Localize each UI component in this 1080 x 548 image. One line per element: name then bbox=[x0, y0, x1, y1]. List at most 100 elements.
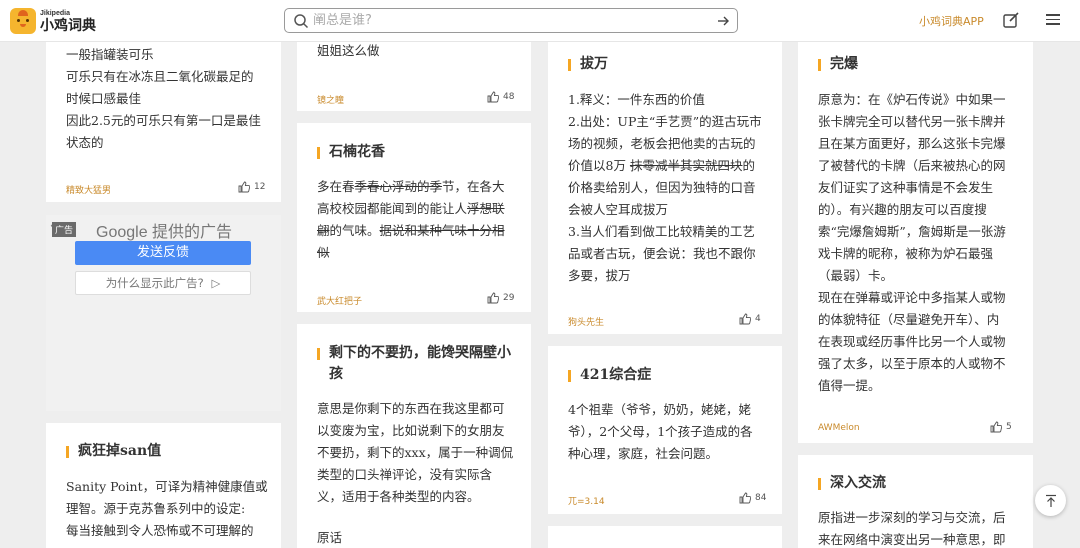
card-text-line: 原指进一步深刻的学习与交流，后 bbox=[818, 510, 1006, 525]
card-text-line: 不要扔，剩下的xxx，属于一种调侃 bbox=[317, 445, 514, 460]
why-this-ad-label: 为什么显示此广告? bbox=[105, 276, 204, 290]
why-this-ad-button[interactable]: 为什么显示此广告? ▷ bbox=[75, 271, 251, 295]
card-text-line: 会被人空耳成拔万 bbox=[568, 202, 669, 217]
thumbs-up-icon bbox=[238, 181, 250, 193]
card-body: 多在春季春心浮动的季节，在各大 高校校园都能闻到的能让人浮想联 翩的气味。据说和… bbox=[317, 176, 522, 264]
card-text-line: 2.出处：UP主“手艺贾”的逛古玩市 bbox=[568, 114, 762, 129]
card-body: 原话 bbox=[317, 527, 522, 548]
card-text-line: 翩的气味。据说和某种气味十分相 bbox=[317, 223, 505, 238]
card-text-line: 因此2.5元的可乐只有第一口是最佳 bbox=[66, 113, 261, 128]
definition-card[interactable]: 疯狂掉san值 Sanity Point，可译为精神健康值或 理智。源于克苏鲁系… bbox=[46, 423, 281, 548]
card-text-line: 高校校园都能闻到的能让人浮想联 bbox=[317, 201, 505, 216]
definition-card[interactable]: 深入交流 原指进一步深刻的学习与交流，后 来在网络中演变出另一种意思，即 bbox=[798, 455, 1033, 548]
like-count: 84 bbox=[755, 493, 767, 503]
like-button[interactable]: 84 bbox=[739, 492, 766, 504]
card-text-line: 索“完爆詹姆斯”，詹姆斯是一张游 bbox=[818, 224, 1006, 239]
chick-logo-icon bbox=[10, 8, 36, 34]
menu-icon[interactable] bbox=[1046, 14, 1060, 26]
card-text-line: 状态的 bbox=[66, 135, 104, 150]
card-text-line: 多在春季春心浮动的季节，在各大 bbox=[317, 179, 505, 194]
like-button[interactable]: 4 bbox=[739, 313, 761, 325]
author-link[interactable]: 精致大猛男 bbox=[66, 183, 111, 196]
card-title[interactable]: 剩下的不要扔，能馋哭隔壁小 孩 bbox=[317, 343, 522, 385]
card-text-line: 3.当人们看到做工比较精美的工艺 bbox=[568, 224, 755, 239]
author-link[interactable]: 狗头先生 bbox=[568, 315, 604, 328]
back-to-top-button[interactable] bbox=[1035, 485, 1066, 516]
card-text-line: 意思是你剩下的东西在我这里都可 bbox=[317, 401, 505, 416]
definition-card[interactable] bbox=[548, 526, 782, 548]
like-button[interactable]: 48 bbox=[487, 91, 514, 103]
ad-provider-label: Google 提供的广告 bbox=[96, 224, 233, 241]
card-text-line: 品或者古玩，便会说：我也不跟你 bbox=[568, 246, 756, 261]
card-text-line: 多要，拔万 bbox=[568, 268, 631, 283]
card-text-line: 似 bbox=[317, 245, 330, 260]
card-body: 4个祖辈（爷爷，奶奶，姥姥，姥 爷），2个父母，1个孩子造成的各 种心理，家庭，… bbox=[568, 399, 780, 465]
author-link[interactable]: 兀=3.14 bbox=[568, 494, 605, 507]
author-link[interactable]: 武大红把子 bbox=[317, 294, 362, 307]
card-title[interactable]: 完爆 bbox=[818, 54, 858, 75]
author-link[interactable]: 镜之瞳 bbox=[317, 93, 344, 106]
definition-card[interactable]: 一般指罐装可乐 可乐只有在冰冻且二氧化碳最足的 时候口感最佳 因此2.5元的可乐… bbox=[46, 42, 281, 202]
definition-card[interactable]: 剩下的不要扔，能馋哭隔壁小 孩 意思是你剩下的东西在我这里都可 以变废为宝，比如… bbox=[297, 324, 531, 548]
card-text-line: 现在在弹幕或评论中多指某人或物 bbox=[818, 290, 1006, 305]
card-text-line: 友们证实了这种事情是不会发生 bbox=[818, 180, 994, 195]
like-button[interactable]: 12 bbox=[238, 181, 265, 193]
definition-card[interactable]: 石楠花香 多在春季春心浮动的季节，在各大 高校校园都能闻到的能让人浮想联 翩的气… bbox=[297, 123, 531, 312]
card-text-line: 可乐只有在冰冻且二氧化碳最足的 bbox=[66, 69, 254, 84]
card-title-line: 剩下的不要扔，能馋哭隔壁小 bbox=[329, 345, 511, 361]
author-link[interactable]: AWMelon bbox=[818, 423, 860, 433]
card-title[interactable]: 深入交流 bbox=[818, 473, 886, 494]
card-title[interactable]: 石楠花香 bbox=[317, 142, 385, 163]
card-text-line: （最弱）卡。 bbox=[818, 268, 894, 283]
like-button[interactable]: 29 bbox=[487, 292, 514, 304]
arrow-right-icon[interactable] bbox=[715, 13, 731, 29]
card-text-line: 原话 bbox=[317, 530, 343, 545]
card-text-line: 价值以8万 抹零减半其实就四块的 bbox=[568, 158, 755, 173]
send-feedback-button[interactable]: 发送反馈 bbox=[75, 241, 251, 265]
logo-title: 小鸡词典 bbox=[40, 17, 96, 34]
card-text-line: 理智。源于克苏鲁系列中的设定: bbox=[66, 501, 246, 516]
card-body: 姐姐这么做 bbox=[317, 42, 522, 62]
arrow-up-icon bbox=[1045, 494, 1056, 507]
card-text-line: 1.释义：一件东西的价值 bbox=[568, 92, 705, 107]
card-body: Sanity Point，可译为精神健康值或 理智。源于克苏鲁系列中的设定: 每… bbox=[66, 476, 276, 542]
search-input[interactable] bbox=[313, 11, 693, 30]
thumbs-up-icon bbox=[739, 492, 751, 504]
card-text-line: 义，适用于各种类型的内容。 bbox=[317, 489, 480, 504]
edit-icon[interactable] bbox=[1002, 11, 1020, 29]
card-text-line: 在表现或经历事件比另一个人或物 bbox=[818, 334, 1006, 349]
card-text-line: 原意为：在《炉石传说》中如果一 bbox=[818, 92, 1006, 107]
google-ad-panel: ‹ 广告 Google 提供的广告 发送反馈 为什么显示此广告? ▷ bbox=[46, 215, 281, 411]
card-body: 原指进一步深刻的学习与交流，后 来在网络中演变出另一种意思，即 bbox=[818, 507, 1030, 548]
site-logo[interactable]: Jikipedia 小鸡词典 bbox=[10, 8, 96, 34]
card-text-line: 强了太多，以至于原本的人或物不 bbox=[818, 356, 1006, 371]
like-count: 5 bbox=[1006, 422, 1012, 432]
card-text-line: 爷），2个父母，1个孩子造成的各 bbox=[568, 424, 753, 439]
card-text-line: 时候口感最佳 bbox=[66, 91, 142, 106]
like-count: 48 bbox=[503, 92, 515, 102]
thumbs-up-icon bbox=[739, 313, 751, 325]
app-download-link[interactable]: 小鸡词典APP bbox=[919, 13, 984, 29]
definition-card[interactable]: 421综合症 4个祖辈（爷爷，奶奶，姥姥，姥 爷），2个父母，1个孩子造成的各 … bbox=[548, 346, 782, 514]
thumbs-up-icon bbox=[487, 292, 499, 304]
card-text-line: 张卡牌完全可以替代另一张卡牌并 bbox=[818, 114, 1006, 129]
card-body: 意思是你剩下的东西在我这里都可 以变废为宝，比如说剩下的女朋友 不要扔，剩下的x… bbox=[317, 398, 527, 508]
card-text-line: 种心理，家庭，社会问题。 bbox=[568, 446, 719, 461]
definition-card[interactable]: 拔万 1.释义：一件东西的价值 2.出处：UP主“手艺贾”的逛古玩市 场的视频，… bbox=[548, 42, 782, 334]
definition-card[interactable]: 姐姐这么做 镜之瞳 48 bbox=[297, 42, 531, 111]
card-text-line: 戏卡牌的昵称，被称为炉石最强 bbox=[818, 246, 994, 261]
card-text-line: 一般指罐装可乐 bbox=[66, 47, 154, 62]
card-title[interactable]: 疯狂掉san值 bbox=[66, 441, 161, 462]
definition-card[interactable]: 完爆 原意为：在《炉石传说》中如果一 张卡牌完全可以替代另一张卡牌并 且在某方面… bbox=[798, 42, 1033, 443]
thumbs-up-icon bbox=[487, 91, 499, 103]
card-title[interactable]: 拔万 bbox=[568, 54, 608, 75]
card-text-line: 姐姐这么做 bbox=[317, 43, 380, 58]
card-text-line: 的）。有兴趣的朋友可以百度搜 bbox=[818, 202, 987, 217]
search-icon bbox=[294, 14, 309, 29]
like-count: 29 bbox=[503, 293, 515, 303]
thumbs-up-icon bbox=[990, 421, 1002, 433]
logo-subtitle: Jikipedia bbox=[40, 9, 70, 17]
card-title[interactable]: 421综合症 bbox=[568, 365, 651, 386]
card-text-line: Sanity Point，可译为精神健康值或 bbox=[66, 479, 268, 494]
like-button[interactable]: 5 bbox=[990, 421, 1012, 433]
